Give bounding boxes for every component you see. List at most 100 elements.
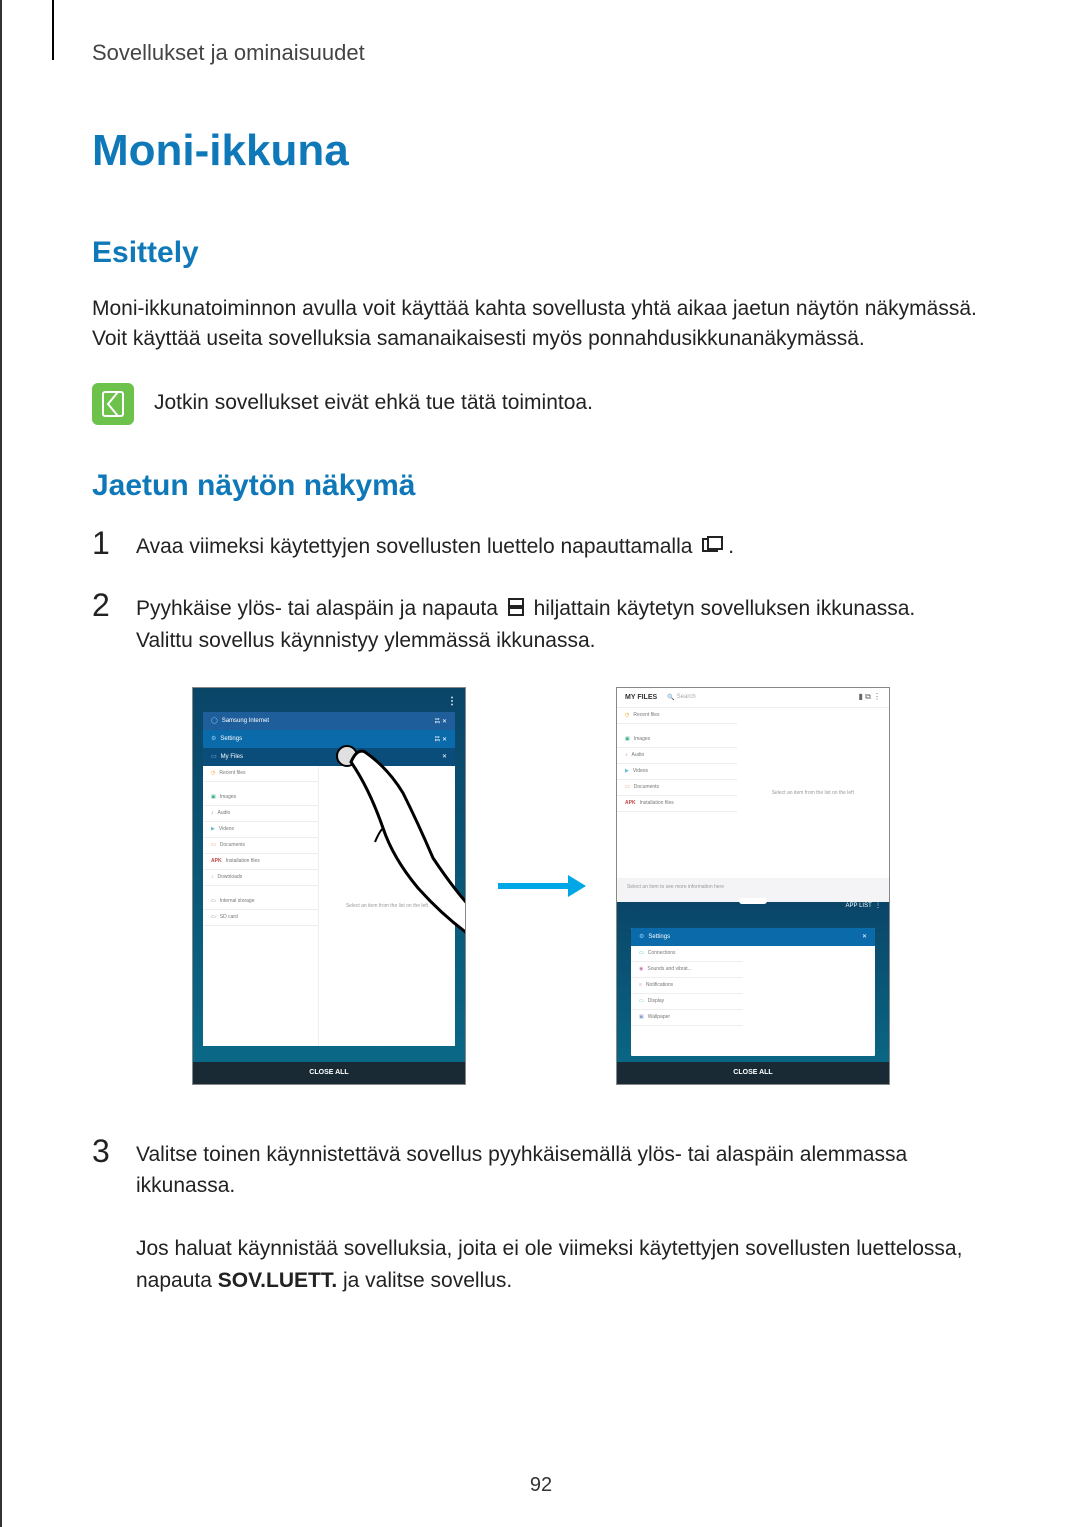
step-3: 3 Valitse toinen käynnistettävä sovellus… [92, 1135, 990, 1297]
card-title: My Files [221, 754, 243, 760]
clock-icon: ◷ [211, 770, 215, 776]
intro-heading: Esittely [92, 236, 990, 270]
storage-icon: ▭ [211, 898, 216, 904]
step-body: Avaa viimeksi käytettyjen sovellusten lu… [136, 527, 990, 563]
list-item: ▭ SD card [203, 910, 318, 926]
step3-bold: SOV.LUETT. [218, 1269, 337, 1292]
card-title: Settings [648, 934, 670, 940]
step1-text-after: . [728, 535, 734, 558]
document-icon: ▭ [211, 842, 216, 848]
list-item: ▭ Internal storage [203, 894, 318, 910]
item-label: Videos [219, 826, 234, 832]
note-text: Jotkin sovellukset eivät ehkä tue tätä t… [154, 383, 593, 415]
card-title: Samsung Internet [222, 718, 269, 724]
list-item: ▶ Videos [203, 822, 318, 838]
item-label: Videos [633, 768, 648, 774]
step2-text-after: hiljattain käytetyn sovelluksen ikkunass… [534, 597, 916, 620]
list-item: ▣ Images [203, 790, 318, 806]
arrow-right-icon [496, 871, 586, 901]
item-label: Documents [220, 842, 245, 848]
item-label: Downloads [218, 874, 243, 880]
video-icon: ▶ [211, 826, 215, 832]
note-callout: Jotkin sovellukset eivät ehkä tue tätä t… [92, 383, 990, 425]
search-placeholder: Search [677, 694, 696, 700]
audio-icon: ♪ [625, 752, 628, 758]
item-label: Audio [632, 752, 645, 758]
item-label: SD card [220, 914, 238, 920]
close-all-button: CLOSE ALL [193, 1062, 465, 1084]
list-item: ♪ Audio [617, 748, 737, 764]
item-label: Display [648, 998, 664, 1004]
globe-icon: ◯ [211, 717, 218, 724]
card-title: Settings [220, 736, 242, 742]
item-label: Wallpaper [648, 1014, 670, 1020]
figure-right-phone: MY FILES 🔍 Search ▮ ⧉ ⋮ ◷Recent files ▣I… [616, 687, 890, 1085]
step-1: 1 Avaa viimeksi käytettyjen sovellusten … [92, 527, 990, 563]
step3-text2b: ja valitse sovellus. [337, 1269, 512, 1292]
step2-text-before: Pyyhkäise ylös- tai alaspäin ja napauta [136, 597, 504, 620]
toolbar-icons: ▮ ⧉ ⋮ [858, 692, 881, 702]
top-app-title: MY FILES [625, 694, 657, 701]
item-label: Connections [648, 950, 676, 956]
item-label: Images [220, 794, 236, 800]
list-item: ♪ Audio [203, 806, 318, 822]
split-heading: Jaetun näytön näkymä [92, 469, 990, 503]
list-item: ▣Images [617, 732, 737, 748]
item-label: Installation files [640, 800, 674, 806]
close-icon: ✕ [862, 933, 867, 940]
splitscreen-icon [508, 594, 524, 626]
item-label: Recent files [633, 712, 659, 718]
audio-icon: ♪ [211, 810, 214, 816]
list-item: ≡ Notifications [631, 978, 743, 994]
step-number: 1 [92, 527, 118, 559]
page-number: 92 [2, 1474, 1080, 1497]
card-header: ◯ Samsung Internet 吕 ✕ [203, 712, 455, 730]
list-item: ▭ Connections [631, 946, 743, 962]
step-number: 3 [92, 1135, 118, 1167]
item-label: Documents [634, 784, 659, 790]
placeholder-text: Select an item from the list on the left [737, 708, 889, 878]
list-item: ▶ Videos [617, 764, 737, 780]
split-handle [739, 898, 767, 904]
card-actions: 吕 ✕ [434, 716, 447, 725]
running-header: Sovellukset ja ominaisuudet [92, 40, 990, 66]
step1-text-before: Avaa viimeksi käytettyjen sovellusten lu… [136, 535, 698, 558]
figure-left-phone: ⋮ ◯ Samsung Internet 吕 ✕ ⚙ Settings 吕 ✕ ▭ M… [192, 687, 466, 1085]
step-2: 2 Pyyhkäise ylös- tai alaspäin ja napaut… [92, 589, 990, 657]
display-icon: ▭ [639, 998, 644, 1004]
step-body: Pyyhkäise ylös- tai alaspäin ja napauta … [136, 589, 990, 657]
document-page: Sovellukset ja ominaisuudet Moni-ikkuna … [0, 0, 1080, 1527]
image-icon: ▣ [211, 794, 216, 800]
wifi-icon: ▭ [639, 950, 644, 956]
item-label: Sounds and vibrat... [647, 966, 691, 972]
close-all-button: CLOSE ALL [617, 1062, 889, 1084]
more-icon: ⋮ [447, 696, 457, 707]
bell-icon: ≡ [639, 982, 642, 988]
list-item: ◷Recent files [203, 766, 318, 782]
item-label: Audio [218, 810, 231, 816]
document-icon: ▭ [625, 784, 630, 790]
gear-icon: ⚙ [211, 735, 216, 742]
sd-icon: ▭ [211, 914, 216, 920]
recent-apps-icon [702, 532, 724, 564]
step-body: Valitse toinen käynnistettävä sovellus p… [136, 1135, 990, 1297]
clock-icon: ◷ [625, 712, 629, 718]
list-item: ◷ Recent files [617, 708, 737, 724]
item-label: Images [634, 736, 650, 742]
list-item: APKInstallation files [203, 854, 318, 870]
gear-icon: ⚙ [639, 933, 644, 940]
video-icon: ▶ [625, 768, 629, 774]
list-item: ▭ Display [631, 994, 743, 1010]
figure-row: ⋮ ◯ Samsung Internet 吕 ✕ ⚙ Settings 吕 ✕ ▭ M… [92, 687, 990, 1085]
wallpaper-icon: ▣ [639, 1014, 644, 1020]
apk-icon: APK [625, 800, 636, 806]
item-label: Internal storage [220, 898, 255, 904]
list-item: ↓ Downloads [203, 870, 318, 886]
note-icon [92, 383, 134, 425]
download-icon: ↓ [211, 874, 214, 880]
list-item: ▭ Documents [617, 780, 737, 796]
step-number: 2 [92, 589, 118, 621]
search-icon: 🔍 [667, 694, 674, 701]
applist-label: APP LIST ⋮ [846, 902, 881, 909]
item-label: Notifications [646, 982, 673, 988]
